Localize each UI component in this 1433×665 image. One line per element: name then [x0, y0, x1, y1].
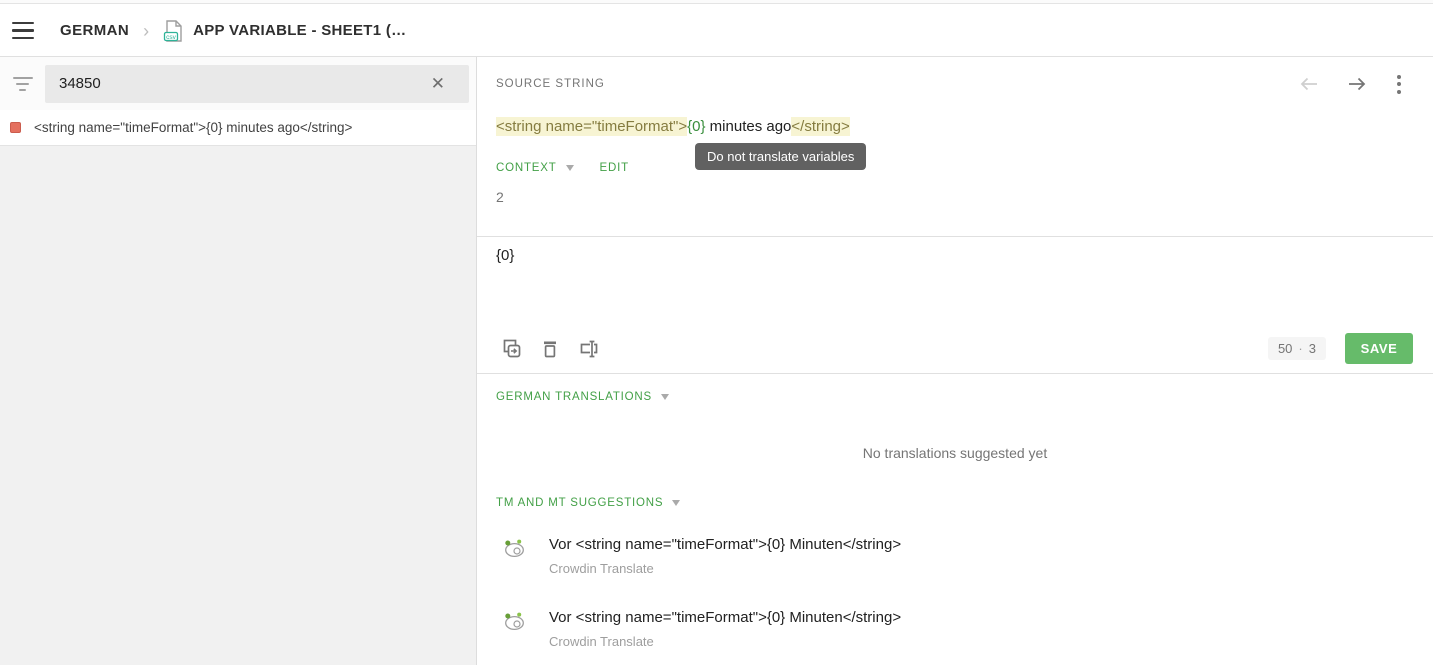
translations-section-header: GERMAN TRANSLATIONS [496, 391, 669, 403]
context-row: CONTEXT EDIT [496, 162, 629, 174]
chevron-down-icon [661, 394, 669, 400]
length-counter: 50 · 3 [1268, 337, 1326, 360]
breadcrumb-file-title[interactable]: APP VARIABLE - SHEET1 (… [193, 22, 406, 39]
suggestion-text[interactable]: Vor <string name="timeFormat">{0} Minute… [549, 536, 901, 553]
suggestion-text[interactable]: Vor <string name="timeFormat">{0} Minute… [549, 609, 901, 626]
translation-actions-row: 50 · 3 SAVE [501, 333, 1413, 364]
chevron-right-icon: › [143, 22, 149, 40]
no-translations-message: No translations suggested yet [477, 445, 1433, 461]
csv-file-icon: csv [163, 19, 185, 43]
context-value: 2 [496, 189, 504, 205]
crowdin-editor-window: GERMAN › csv APP VARIABLE - SHEET1 (… ✕ … [0, 0, 1433, 665]
string-nav [1297, 73, 1407, 96]
search-box[interactable]: ✕ [45, 65, 469, 103]
source-tag-close: </string> [791, 117, 849, 136]
next-string-icon[interactable] [1344, 74, 1369, 94]
select-text-icon[interactable] [577, 338, 601, 360]
divider [477, 373, 1433, 374]
menu-icon[interactable] [12, 22, 34, 40]
top-toolbar: GERMAN › csv APP VARIABLE - SHEET1 (… [0, 5, 1433, 57]
window-top-strip [0, 0, 1433, 4]
counter-max: 50 [1278, 341, 1292, 356]
source-variable[interactable]: {0} [687, 118, 705, 135]
clear-search-icon[interactable]: ✕ [423, 73, 453, 94]
source-string-text: <string name="timeFormat">{0} minutes ag… [496, 118, 850, 135]
variable-tooltip: Do not translate variables [695, 143, 866, 170]
counter-separator: · [1298, 341, 1302, 356]
delete-translation-icon[interactable] [540, 338, 560, 360]
string-list-item[interactable]: <string name="timeFormat">{0} minutes ag… [0, 110, 476, 146]
crowdin-translate-icon [503, 537, 526, 576]
search-input[interactable] [59, 75, 423, 92]
chevron-down-icon [672, 500, 680, 506]
context-edit-button[interactable]: EDIT [600, 162, 629, 174]
more-options-icon[interactable] [1391, 73, 1407, 96]
counter-current: 3 [1309, 341, 1316, 356]
source-plain-text: minutes ago [706, 118, 792, 135]
suggestion-source: Crowdin Translate [549, 634, 901, 649]
previous-string-icon[interactable] [1297, 74, 1322, 94]
strings-sidebar: ✕ <string name="timeFormat">{0} minutes … [0, 57, 477, 665]
crowdin-translate-icon [503, 610, 526, 649]
sidebar-search-bar: ✕ [0, 57, 476, 110]
untranslated-status-icon [10, 122, 21, 133]
copy-source-icon[interactable] [501, 338, 523, 360]
source-string-header: SOURCE STRING [477, 57, 1433, 111]
suggestions-section-label[interactable]: TM AND MT SUGGESTIONS [496, 497, 663, 509]
mt-suggestion[interactable]: Vor <string name="timeFormat">{0} Minute… [503, 535, 1413, 576]
mt-suggestion[interactable]: Vor <string name="timeFormat">{0} Minute… [503, 608, 1413, 649]
translations-section-label[interactable]: GERMAN TRANSLATIONS [496, 391, 652, 403]
translation-input[interactable]: {0} [496, 247, 1413, 307]
filter-icon[interactable] [0, 77, 45, 91]
save-button[interactable]: SAVE [1345, 333, 1413, 364]
context-toggle[interactable]: CONTEXT [496, 162, 557, 174]
suggestion-source: Crowdin Translate [549, 561, 901, 576]
editor-main-panel: SOURCE STRING <string name="timeFormat">… [477, 57, 1433, 665]
source-string-label: SOURCE STRING [496, 78, 605, 90]
string-item-text: <string name="timeFormat">{0} minutes ag… [34, 120, 352, 135]
source-tag-open: <string name="timeFormat"> [496, 117, 687, 136]
breadcrumb-project[interactable]: GERMAN [60, 22, 129, 39]
divider [477, 236, 1433, 237]
suggestions-section-header: TM AND MT SUGGESTIONS [496, 497, 680, 509]
svg-text:csv: csv [166, 33, 177, 40]
chevron-down-icon [566, 165, 574, 171]
